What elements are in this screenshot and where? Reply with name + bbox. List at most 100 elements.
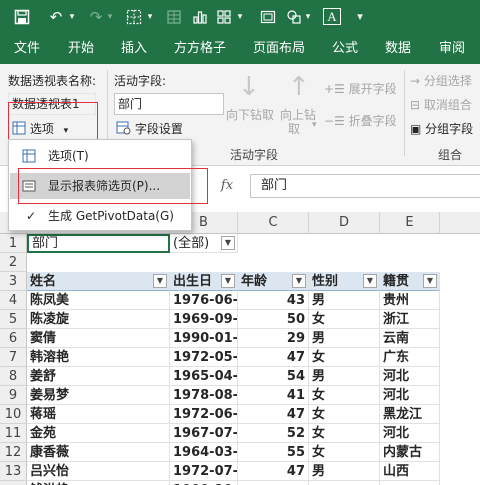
- filter-dropdown-icon[interactable]: ▼: [221, 274, 235, 288]
- table-cell[interactable]: 陈凌旋: [27, 310, 170, 329]
- table-cell[interactable]: 1972-07-: [170, 462, 238, 481]
- chart-icon[interactable]: [188, 5, 212, 29]
- table-cell[interactable]: [309, 481, 380, 485]
- table-cell[interactable]: 钱洪艳: [27, 481, 170, 485]
- table-cell[interactable]: 云南: [380, 329, 440, 348]
- table-cell[interactable]: 50: [238, 310, 309, 329]
- table-cell[interactable]: 贵州: [380, 291, 440, 310]
- row-header[interactable]: 5: [0, 310, 27, 329]
- table-cell[interactable]: 1967-07-: [170, 424, 238, 443]
- group-field-button[interactable]: ▣ 分组字段: [410, 120, 473, 137]
- row-header[interactable]: 4: [0, 291, 27, 310]
- column-header-d[interactable]: D: [309, 212, 380, 234]
- tab-review[interactable]: 审阅: [428, 34, 476, 64]
- table-cell[interactable]: 黑龙江: [380, 405, 440, 424]
- table-cell[interactable]: 姜易梦: [27, 386, 170, 405]
- table-cell[interactable]: 陈凤美: [27, 291, 170, 310]
- filter-dropdown-icon[interactable]: ▼: [153, 274, 167, 288]
- filter-dropdown-icon[interactable]: ▼: [423, 274, 437, 288]
- row-header[interactable]: 11: [0, 424, 27, 443]
- table-cell[interactable]: 1969-09-: [170, 310, 238, 329]
- filter-dropdown-icon[interactable]: ▼: [292, 274, 306, 288]
- table-cell[interactable]: [380, 481, 440, 485]
- table-cell[interactable]: 47: [238, 405, 309, 424]
- table-cell[interactable]: 54: [238, 367, 309, 386]
- table-cell[interactable]: 1964-03-: [170, 443, 238, 462]
- table-cell[interactable]: 男: [309, 291, 380, 310]
- tab-home[interactable]: 开始: [54, 34, 108, 64]
- tab-data[interactable]: 数据: [374, 34, 422, 64]
- grid-dropdown-icon[interactable]: ▾: [234, 5, 246, 29]
- customize-toolbar-icon[interactable]: ▾: [348, 5, 372, 29]
- table-cell[interactable]: 女: [309, 386, 380, 405]
- table-cell[interactable]: 47: [238, 462, 309, 481]
- table-cell[interactable]: 1000-10-: [170, 481, 238, 485]
- table-cell[interactable]: 内蒙古: [380, 443, 440, 462]
- table-cell[interactable]: 山西: [380, 462, 440, 481]
- borders-dropdown-icon[interactable]: ▾: [144, 5, 156, 29]
- row-header[interactable]: 13: [0, 462, 27, 481]
- table-cell[interactable]: 47: [238, 348, 309, 367]
- tab-insert[interactable]: 插入: [108, 34, 160, 64]
- row-header[interactable]: 1: [0, 234, 27, 253]
- filter-dropdown-icon[interactable]: ▼: [221, 236, 235, 250]
- table-cell[interactable]: 姜舒: [27, 367, 170, 386]
- filter-dropdown-icon[interactable]: ▼: [363, 274, 377, 288]
- table-cell[interactable]: 女: [309, 405, 380, 424]
- tab-fangfang[interactable]: 方方格子: [164, 34, 236, 64]
- table-cell[interactable]: [238, 481, 309, 485]
- row-header[interactable]: 10: [0, 405, 27, 424]
- table-cell[interactable]: 窦倩: [27, 329, 170, 348]
- row-header[interactable]: [0, 481, 27, 485]
- active-field-input[interactable]: 部门: [114, 93, 224, 115]
- font-color-icon[interactable]: A: [320, 5, 344, 29]
- table-cell[interactable]: 1978-08-: [170, 386, 238, 405]
- table-cell[interactable]: 浙江: [380, 310, 440, 329]
- table-cell[interactable]: 1976-06-: [170, 291, 238, 310]
- table-cell[interactable]: 55: [238, 443, 309, 462]
- table-cell[interactable]: 广东: [380, 348, 440, 367]
- table-cell[interactable]: 43: [238, 291, 309, 310]
- screenshot-icon[interactable]: [256, 5, 280, 29]
- table-cell[interactable]: 1990-01-: [170, 329, 238, 348]
- table-cell[interactable]: 蒋瑶: [27, 405, 170, 424]
- table-cell[interactable]: 29: [238, 329, 309, 348]
- table-cell[interactable]: 男: [309, 367, 380, 386]
- table-cell[interactable]: 女: [309, 443, 380, 462]
- undo-dropdown-icon[interactable]: ▾: [66, 5, 78, 29]
- menu-item-generate-getpivotdata[interactable]: ✓ 生成 GetPivotData(G): [10, 203, 190, 229]
- field-settings-button[interactable]: 字段设置: [116, 118, 183, 140]
- row-header[interactable]: 3: [0, 272, 27, 291]
- table-cell[interactable]: 河北: [380, 367, 440, 386]
- tab-file[interactable]: 文件: [0, 34, 54, 64]
- save-icon[interactable]: [10, 5, 34, 29]
- row-header[interactable]: 8: [0, 367, 27, 386]
- table-cell[interactable]: 女: [309, 424, 380, 443]
- table-cell[interactable]: 1972-06-: [170, 405, 238, 424]
- table-cell[interactable]: 女: [309, 310, 380, 329]
- table-cell[interactable]: 52: [238, 424, 309, 443]
- table-cell[interactable]: 河北: [380, 424, 440, 443]
- row-header[interactable]: 2: [0, 253, 27, 272]
- row-header[interactable]: 6: [0, 329, 27, 348]
- table-cell[interactable]: 金苑: [27, 424, 170, 443]
- table-header-cell[interactable]: 姓名: [27, 272, 170, 291]
- shapes-dropdown-icon[interactable]: ▾: [302, 5, 314, 29]
- table-cell[interactable]: 男: [309, 462, 380, 481]
- borders-icon[interactable]: [122, 5, 146, 29]
- column-header-c[interactable]: C: [238, 212, 309, 234]
- row-header[interactable]: 7: [0, 348, 27, 367]
- table-cell[interactable]: 康香薇: [27, 443, 170, 462]
- table-cell[interactable]: 河北: [380, 386, 440, 405]
- table-cell[interactable]: 41: [238, 386, 309, 405]
- row-header[interactable]: 12: [0, 443, 27, 462]
- tab-page-layout[interactable]: 页面布局: [242, 34, 316, 64]
- column-header-e[interactable]: E: [380, 212, 440, 234]
- formula-input[interactable]: 部门: [250, 174, 480, 198]
- filter-field-cell[interactable]: 部门: [27, 234, 170, 253]
- table-cell[interactable]: 韩溶艳: [27, 348, 170, 367]
- insert-function-icon[interactable]: fx: [212, 174, 242, 198]
- tab-formulas[interactable]: 公式: [320, 34, 370, 64]
- table-cell[interactable]: 吕兴怡: [27, 462, 170, 481]
- column-header-f[interactable]: [440, 212, 480, 234]
